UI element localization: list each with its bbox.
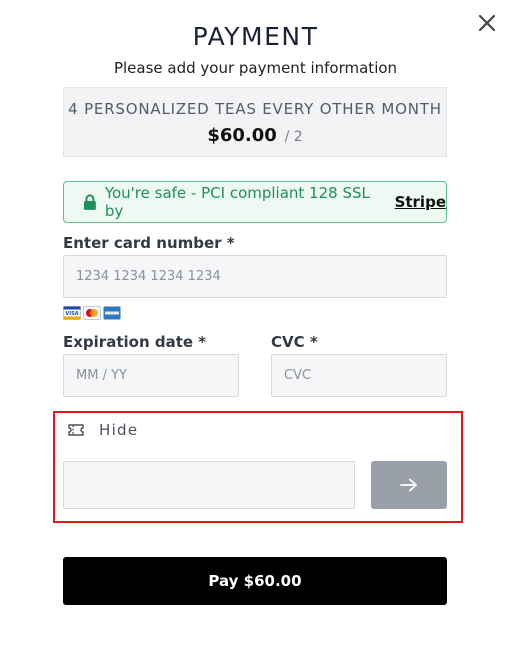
promo-code-input[interactable] [63,461,355,509]
plan-name: 4 PERSONALIZED TEAS EVERY OTHER MONTH [68,100,442,118]
pay-button[interactable]: Pay $60.00 [63,557,447,605]
visa-icon: VISA [63,306,81,320]
arrow-right-icon [400,478,417,492]
page-subtitle: Please add your payment information [113,59,398,77]
promo-submit-button[interactable] [371,461,447,509]
expiration-label: Expiration date * [63,333,207,351]
page-title: PAYMENT [192,22,319,51]
plan-price-line: $60.00 / 2 [64,125,446,146]
promo-toggle-label: Hide [99,421,139,439]
expiration-input[interactable]: MM / YY [63,354,239,397]
security-text: You're safe - PCI compliant 128 SSL by [104,184,370,220]
stripe-link[interactable]: Stripe [395,193,446,211]
svg-text:VISA: VISA [65,311,78,317]
security-notice: You're safe - PCI compliant 128 SSL by S… [63,181,447,223]
amex-icon [103,306,121,320]
mastercard-icon [83,306,101,320]
plan-period: / 2 [284,129,303,145]
plan-price: $60.00 [207,125,277,146]
card-number-placeholder: 1234 1234 1234 1234 [76,269,221,284]
plan-summary: 4 PERSONALIZED TEAS EVERY OTHER MONTH $6… [63,87,447,157]
expiration-placeholder: MM / YY [76,368,127,383]
promo-toggle[interactable]: Hide [67,420,138,440]
ticket-icon [68,424,84,436]
cvc-placeholder: CVC [284,368,312,383]
card-brands: VISA [63,306,123,321]
card-number-input[interactable]: 1234 1234 1234 1234 [63,255,447,298]
lock-icon [83,194,96,210]
cvc-input[interactable]: CVC [271,354,447,397]
card-number-label: Enter card number * [63,234,235,252]
cvc-label: CVC * [271,333,318,351]
